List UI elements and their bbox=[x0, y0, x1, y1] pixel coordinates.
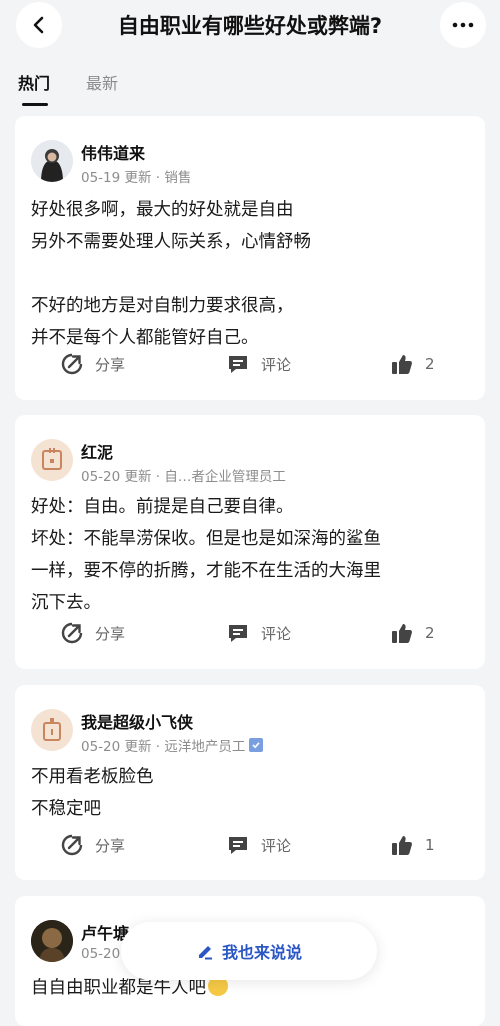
like-button[interactable]: 2 bbox=[391, 622, 435, 644]
like-count: 2 bbox=[425, 355, 435, 373]
meta-text: 05-19 更新 · 销售 bbox=[81, 170, 192, 186]
thumbs-up-icon bbox=[392, 624, 412, 643]
thumbs-up-icon bbox=[392, 836, 412, 855]
tab-latest[interactable]: 最新 bbox=[86, 70, 118, 94]
author-name[interactable]: 伟伟道来 bbox=[81, 140, 145, 164]
post-card[interactable]: 红泥 05-20 更新 · 自…者企业管理员工 好处：自由。前提是自己要自律。 … bbox=[15, 415, 485, 669]
body-line-text: 自自由职业都是牛人吧 bbox=[31, 978, 206, 998]
more-dots-icon bbox=[452, 22, 474, 28]
comment-button[interactable]: 评论 bbox=[227, 353, 291, 375]
share-button[interactable]: 分享 bbox=[61, 353, 125, 375]
post-meta: 05-19 更新 · 销售 bbox=[81, 166, 191, 186]
share-button[interactable]: 分享 bbox=[61, 622, 125, 644]
body-line: 好处：自由。前提是自己要自律。 bbox=[31, 497, 294, 517]
avatar[interactable] bbox=[31, 140, 73, 182]
comment-icon bbox=[229, 356, 247, 373]
post-meta: 05-20 bbox=[81, 946, 120, 962]
body-line: 不好的地方是对自制力要求很高， bbox=[31, 296, 294, 316]
post-actions: 分享 评论 2 bbox=[15, 622, 485, 652]
comment-icon bbox=[229, 837, 247, 854]
like-count: 2 bbox=[425, 624, 435, 642]
write-answer-button[interactable]: 我也来说说 bbox=[121, 922, 377, 980]
author-name[interactable]: 我是超级小飞侠 bbox=[81, 709, 193, 733]
like-count: 1 bbox=[425, 836, 435, 854]
post-card[interactable]: 伟伟道来 05-19 更新 · 销售 好处很多啊，最大的好处就是自由 另外不需要… bbox=[15, 116, 485, 400]
share-label: 分享 bbox=[95, 836, 126, 855]
post-actions: 分享 评论 2 bbox=[15, 353, 485, 383]
tab-hot[interactable]: 热门 bbox=[18, 70, 50, 106]
body-line: 好处很多啊，最大的好处就是自由 bbox=[31, 200, 294, 220]
more-button[interactable] bbox=[440, 2, 486, 48]
body-line: 沉下去。 bbox=[31, 593, 101, 613]
comment-label: 评论 bbox=[261, 836, 292, 855]
body-line: 不稳定吧 bbox=[31, 799, 101, 819]
post-meta: 05-20 更新 · 自…者企业管理员工 bbox=[81, 465, 286, 485]
thumbs-up-icon bbox=[392, 355, 412, 374]
tab-bar: 热门 最新 bbox=[18, 70, 118, 106]
like-button[interactable]: 2 bbox=[391, 353, 435, 375]
pen-icon bbox=[198, 946, 212, 960]
comment-icon bbox=[229, 625, 247, 642]
author-name[interactable]: 红泥 bbox=[81, 439, 113, 463]
like-button[interactable]: 1 bbox=[391, 834, 435, 856]
meta-text: 05-20 更新 · 远洋地产员工 bbox=[81, 739, 246, 755]
body-line: 坏处：不能旱涝保收。但是也是如深海的鲨鱼 bbox=[31, 529, 381, 549]
share-icon bbox=[61, 353, 83, 375]
write-answer-label: 我也来说说 bbox=[221, 943, 302, 962]
verified-icon bbox=[249, 738, 264, 752]
body-line: 另外不需要处理人际关系，心情舒畅 bbox=[31, 232, 311, 252]
meta-text: 05-20 bbox=[81, 946, 121, 962]
comment-button[interactable]: 评论 bbox=[227, 834, 291, 856]
body-line: 不用看老板脸色 bbox=[31, 767, 154, 787]
top-bar: 自由职业有哪些好处或弊端? 热门 最新 bbox=[0, 0, 500, 110]
post-body: 好处：自由。前提是自己要自律。 坏处：不能旱涝保收。但是也是如深海的鲨鱼 一样，… bbox=[31, 491, 471, 619]
comment-button[interactable]: 评论 bbox=[227, 622, 291, 644]
body-line: 一样，要不停的折腾，才能不在生活的大海里 bbox=[31, 561, 381, 581]
back-arrow-icon bbox=[33, 16, 44, 34]
avatar[interactable] bbox=[31, 920, 73, 962]
avatar[interactable] bbox=[31, 709, 73, 751]
body-line: 并不是每个人都能管好自己。 bbox=[31, 328, 259, 348]
post-body: 不用看老板脸色 不稳定吧 bbox=[31, 761, 471, 825]
meta-text: 05-20 更新 · 自…者企业管理员工 bbox=[81, 469, 286, 485]
share-button[interactable]: 分享 bbox=[61, 834, 125, 856]
post-body: 好处很多啊，最大的好处就是自由 另外不需要处理人际关系，心情舒畅 不好的地方是对… bbox=[31, 194, 471, 354]
body-line bbox=[31, 258, 471, 290]
share-icon bbox=[61, 834, 83, 856]
avatar[interactable] bbox=[31, 439, 73, 481]
page-title: 自由职业有哪些好处或弊端? bbox=[117, 14, 383, 38]
back-button[interactable] bbox=[16, 2, 62, 48]
post-actions: 分享 评论 1 bbox=[15, 834, 485, 864]
share-icon bbox=[61, 622, 83, 644]
share-label: 分享 bbox=[95, 624, 126, 643]
post-meta: 05-20 更新 · 远洋地产员工 bbox=[81, 735, 264, 755]
comment-label: 评论 bbox=[261, 355, 292, 374]
comment-label: 评论 bbox=[261, 624, 292, 643]
post-card[interactable]: 我是超级小飞侠 05-20 更新 · 远洋地产员工 不用看老板脸色 不稳定吧 分… bbox=[15, 685, 485, 880]
share-label: 分享 bbox=[95, 355, 126, 374]
